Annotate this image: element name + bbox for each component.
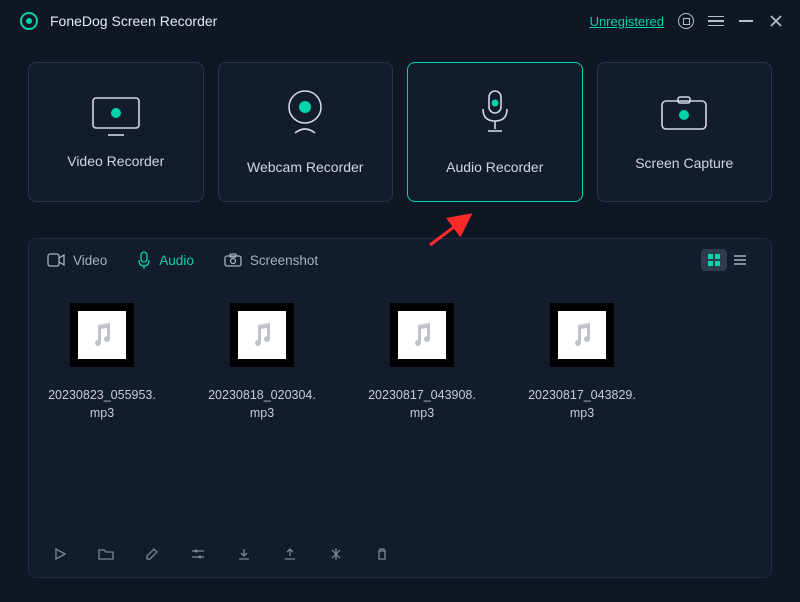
webcam-recorder-label: Webcam Recorder [247,159,363,175]
screen-capture-icon [658,93,710,133]
audio-recorder-icon [475,89,515,137]
play-icon[interactable] [51,545,69,563]
app-title: FoneDog Screen Recorder [50,13,217,29]
edit-icon[interactable] [143,545,161,563]
recordings-panel: Video Audio Screenshot 20230823_055953.m… [28,238,772,578]
audio-recorder-card[interactable]: Audio Recorder [407,62,583,202]
title-left: FoneDog Screen Recorder [20,12,217,30]
mode-row: Video Recorder Webcam Recorder Audio Rec… [0,44,800,202]
music-note-icon [568,321,596,349]
file-name: 20230823_055953.mp3 [47,387,157,422]
tab-video[interactable]: Video [47,251,107,269]
file-name: 20230817_043829.mp3 [527,387,637,422]
titlebar: FoneDog Screen Recorder Unregistered [0,0,800,44]
view-toggle [701,249,753,271]
file-thumbnail [70,303,134,367]
audio-tab-icon [137,251,151,269]
title-right: Unregistered [590,13,784,29]
tab-screenshot-label: Screenshot [250,253,318,268]
tab-audio[interactable]: Audio [137,251,194,269]
unregistered-link[interactable]: Unregistered [590,14,664,29]
music-note-icon [408,321,436,349]
screen-capture-card[interactable]: Screen Capture [597,62,773,202]
video-recorder-icon [90,95,142,131]
sliders-icon[interactable] [189,545,207,563]
file-name: 20230817_043908.mp3 [367,387,477,422]
list-view-button[interactable] [727,249,753,271]
file-thumbnail [550,303,614,367]
trash-icon[interactable] [373,545,391,563]
bottom-toolbar [29,535,771,577]
music-note-icon [88,321,116,349]
tab-screenshot[interactable]: Screenshot [224,251,318,269]
webcam-recorder-card[interactable]: Webcam Recorder [218,62,394,202]
compress-icon[interactable] [327,545,345,563]
video-tab-icon [47,253,65,267]
file-item[interactable]: 20230818_020304.mp3 [207,303,317,535]
file-item[interactable]: 20230823_055953.mp3 [47,303,157,535]
file-item[interactable]: 20230817_043908.mp3 [367,303,477,535]
audio-recorder-label: Audio Recorder [446,159,543,175]
file-grid: 20230823_055953.mp3 20230818_020304.mp3 … [29,279,771,535]
video-recorder-card[interactable]: Video Recorder [28,62,204,202]
file-name: 20230818_020304.mp3 [207,387,317,422]
video-recorder-label: Video Recorder [67,153,164,169]
download-icon[interactable] [235,545,253,563]
app-logo-icon [20,12,38,30]
music-note-icon [248,321,276,349]
screen-capture-label: Screen Capture [635,155,733,171]
folder-icon[interactable] [97,545,115,563]
tabs-left: Video Audio Screenshot [47,251,318,269]
close-icon[interactable] [768,13,784,29]
file-thumbnail [230,303,294,367]
minimize-icon[interactable] [738,13,754,29]
share-icon[interactable] [281,545,299,563]
grid-view-button[interactable] [701,249,727,271]
settings-icon[interactable] [678,13,694,29]
tab-video-label: Video [73,253,107,268]
file-thumbnail [390,303,454,367]
webcam-recorder-icon [279,89,331,137]
file-item[interactable]: 20230817_043829.mp3 [527,303,637,535]
tabs-bar: Video Audio Screenshot [29,239,771,279]
tab-audio-label: Audio [159,253,194,268]
screenshot-tab-icon [224,253,242,267]
menu-icon[interactable] [708,13,724,29]
